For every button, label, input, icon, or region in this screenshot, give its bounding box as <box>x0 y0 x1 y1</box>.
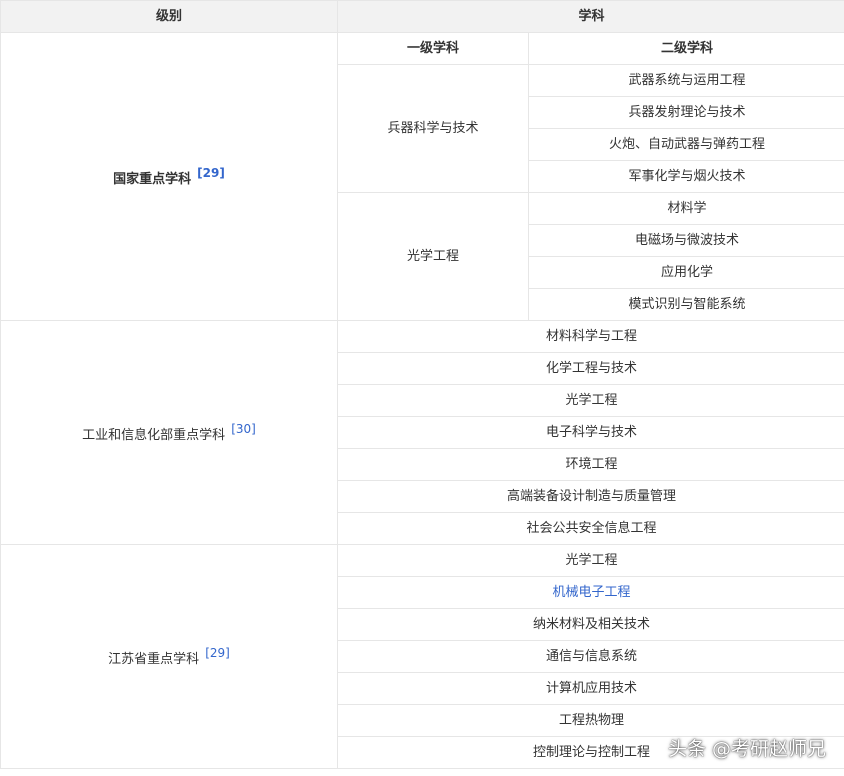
discipline-table: 级别 学科 国家重点学科 [29] 一级学科 二级学科 兵器科学与技术 武器系统与… <box>0 0 844 769</box>
discipline-link[interactable]: 机械电子工程 <box>336 576 844 609</box>
discipline-cell: 材料科学与工程 <box>336 320 844 353</box>
first-discipline: 兵器科学与技术 <box>337 64 529 193</box>
reference-link[interactable]: [29] <box>205 646 230 660</box>
discipline-cell: 光学工程 <box>336 384 844 417</box>
discipline-cell: 环境工程 <box>336 448 844 481</box>
discipline-cell: 通信与信息系统 <box>336 640 844 673</box>
discipline-cell: 控制理论与控制工程 <box>336 736 844 769</box>
second-discipline: 军事化学与烟火技术 <box>527 160 844 193</box>
second-discipline: 电磁场与微波技术 <box>527 224 844 257</box>
first-discipline: 光学工程 <box>337 192 529 321</box>
discipline-cell: 电子科学与技术 <box>336 416 844 449</box>
second-discipline: 材料学 <box>527 192 844 225</box>
second-discipline: 火炮、自动武器与弹药工程 <box>527 128 844 161</box>
subheader-row: 国家重点学科 [29] 一级学科 二级学科 <box>0 32 844 321</box>
discipline-cell: 光学工程 <box>336 544 844 577</box>
discipline-cell: 纳米材料及相关技术 <box>336 608 844 641</box>
level-label: 工业和信息化部重点学科 <box>82 428 226 443</box>
second-discipline: 应用化学 <box>527 256 844 289</box>
second-discipline: 兵器发射理论与技术 <box>527 96 844 129</box>
subheader-second: 二级学科 <box>527 32 844 65</box>
level-label: 江苏省重点学科 <box>108 652 200 667</box>
second-discipline: 武器系统与运用工程 <box>527 64 844 97</box>
reference-link[interactable]: [30] <box>231 422 256 436</box>
table-row: 工业和信息化部重点学科 [30] 材料科学与工程 <box>0 320 844 545</box>
table-row: 江苏省重点学科 [29] 光学工程 <box>0 544 844 769</box>
level-jiangsu: 江苏省重点学科 [29] <box>0 544 338 769</box>
discipline-cell: 计算机应用技术 <box>336 672 844 705</box>
second-discipline: 模式识别与智能系统 <box>527 288 844 321</box>
header-discipline: 学科 <box>336 0 844 33</box>
header-level: 级别 <box>0 0 338 33</box>
table-header-row: 级别 学科 <box>0 0 844 33</box>
discipline-cell: 社会公共安全信息工程 <box>336 512 844 545</box>
discipline-cell: 高端装备设计制造与质量管理 <box>336 480 844 513</box>
level-label: 国家重点学科 <box>113 172 192 187</box>
reference-link[interactable]: [29] <box>197 166 225 180</box>
subheader-first: 一级学科 <box>337 32 529 65</box>
discipline-cell: 化学工程与技术 <box>336 352 844 385</box>
discipline-cell: 工程热物理 <box>336 704 844 737</box>
level-national: 国家重点学科 [29] <box>0 32 338 321</box>
level-miit: 工业和信息化部重点学科 [30] <box>0 320 338 545</box>
